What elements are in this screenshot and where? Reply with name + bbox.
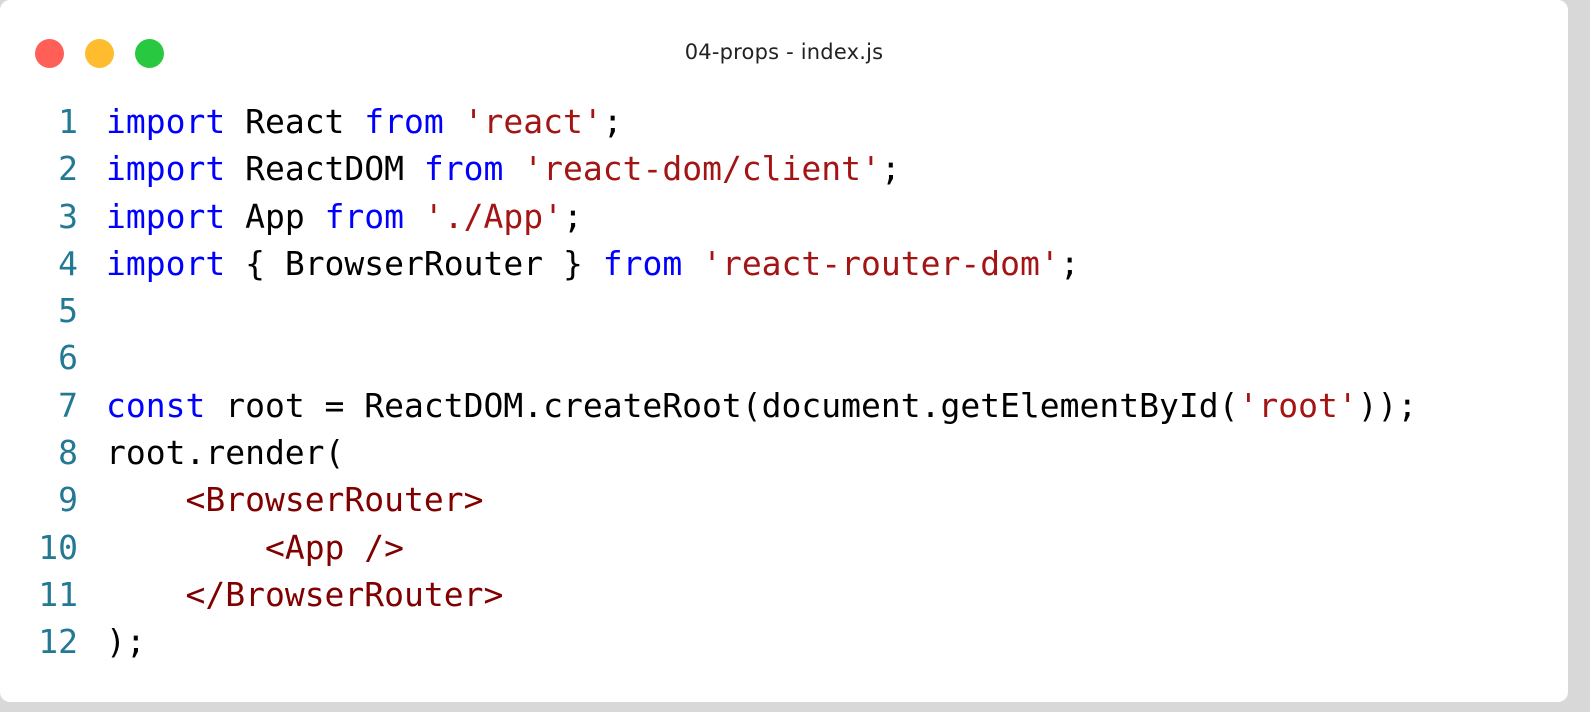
code-token: from <box>324 196 405 236</box>
line-content <box>78 287 106 334</box>
line-content: <BrowserRouter> <box>78 476 484 523</box>
line-content: import { BrowserRouter } from 'react-rou… <box>78 240 1080 287</box>
code-line: 11 </BrowserRouter> <box>0 571 1568 618</box>
line-content: import App from './App'; <box>78 193 583 240</box>
line-content: root.render( <box>78 429 344 476</box>
code-token: 'root' <box>1238 385 1358 425</box>
code-token: 'react-dom/client' <box>523 149 881 189</box>
code-line: 12); <box>0 618 1568 665</box>
line-content: ); <box>78 618 146 665</box>
line-content <box>78 334 106 381</box>
code-token: ; <box>1059 243 1080 283</box>
code-token: import <box>106 196 226 236</box>
line-content: </BrowserRouter> <box>78 571 503 618</box>
code-token: root = ReactDOM.createRoot(document.getE… <box>205 385 1239 425</box>
line-content: const root = ReactDOM.createRoot(documen… <box>78 382 1417 429</box>
code-token: </BrowserRouter> <box>185 574 504 614</box>
line-number: 5 <box>58 291 78 331</box>
line-number: 3 <box>58 196 78 236</box>
code-token: ReactDOM <box>225 149 424 189</box>
code-window: 04-props - index.js 1 import React from '… <box>0 0 1568 702</box>
code-line: 2 import ReactDOM from 'react-dom/client'… <box>0 145 1568 192</box>
line-content: <App /> <box>78 524 404 571</box>
code-line: 5 <box>0 287 1568 334</box>
line-number: 2 <box>58 149 78 189</box>
code-token: 'react' <box>463 102 603 141</box>
code-token: import <box>106 149 226 189</box>
code-token: )); <box>1357 385 1418 425</box>
line-number: 7 <box>58 385 78 425</box>
line-number: 1 <box>58 102 78 141</box>
code-token: React <box>225 102 365 141</box>
code-token: root.render( <box>106 433 345 473</box>
line-number: 10 <box>38 527 78 567</box>
code-line: 1 import React from 'react'; <box>0 98 1568 145</box>
window-title: 04-props - index.js <box>684 40 884 64</box>
code-line: 7 const root = ReactDOM.createRoot(docume… <box>0 382 1568 429</box>
line-number: 12 <box>38 622 78 662</box>
code-editor[interactable]: 1 import React from 'react'; 2 import React… <box>0 98 1568 666</box>
code-token: <BrowserRouter> <box>185 480 484 520</box>
code-token: from <box>423 149 504 189</box>
code-token: './App' <box>423 196 563 236</box>
line-content: import ReactDOM from 'react-dom/client'; <box>78 145 901 192</box>
code-line: 10 <App /> <box>0 524 1568 571</box>
code-token: ; <box>563 196 583 236</box>
code-token: import <box>106 243 226 283</box>
code-token: ); <box>106 622 146 662</box>
code-line: 8 root.render( <box>0 429 1568 476</box>
code-line: 9 <BrowserRouter> <box>0 476 1568 523</box>
line-number: 11 <box>38 574 78 614</box>
code-line: 3 import App from './App'; <box>0 193 1568 240</box>
code-token: ; <box>602 102 623 141</box>
code-token: ; <box>880 149 901 189</box>
line-number: 9 <box>58 480 78 520</box>
code-token: <App /> <box>264 527 405 567</box>
line-content: import React from 'react'; <box>78 98 623 145</box>
code-line: 6 <box>0 334 1568 381</box>
code-token: from <box>602 243 683 283</box>
code-token: 'react-router-dom' <box>702 243 1060 283</box>
code-token: import <box>106 102 226 141</box>
code-token: const <box>106 385 206 425</box>
code-token: { BrowserRouter } <box>225 243 603 283</box>
code-token: App <box>225 196 325 236</box>
title-bar: 04-props - index.js <box>0 0 1568 90</box>
line-number: 4 <box>58 243 78 283</box>
code-line: 4 import { BrowserRouter } from 'react-ro… <box>0 240 1568 287</box>
code-token: from <box>364 102 444 141</box>
line-number: 6 <box>58 338 78 378</box>
line-number: 8 <box>58 433 78 473</box>
